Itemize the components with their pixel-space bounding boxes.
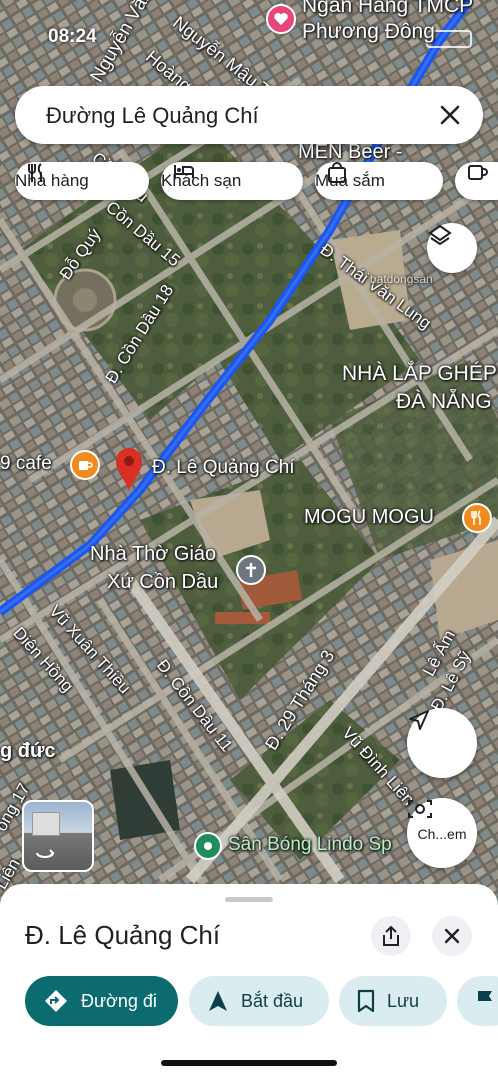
park-pin-icon[interactable] — [194, 832, 222, 860]
map-label-church-1: Nhà Thờ Giáo — [90, 543, 217, 565]
watermark: batdongsan — [370, 272, 433, 286]
map-label-da-nang: ĐÀ NẴNG — [396, 390, 492, 413]
camera-label: Ch...em — [417, 826, 467, 842]
search-bar[interactable]: Đường Lê Quảng Chí — [15, 86, 483, 144]
share-icon — [383, 925, 399, 946]
start-button[interactable]: Bắt đầu — [189, 976, 329, 1026]
home-indicator — [161, 1060, 337, 1066]
label-button[interactable] — [457, 976, 498, 1026]
chip-restaurants[interactable]: Nhà hàng — [15, 162, 149, 200]
chip-hotels[interactable]: Khách sạn — [161, 162, 303, 200]
save-label: Lưu — [387, 990, 420, 1011]
camera-button[interactable]: Ch...em — [407, 798, 477, 868]
close-icon[interactable] — [437, 102, 463, 128]
chip-shopping[interactable]: Mua sắm — [315, 162, 443, 200]
directions-button[interactable]: Đường đi — [25, 976, 178, 1026]
search-query[interactable]: Đường Lê Quảng Chí — [46, 103, 259, 129]
save-button[interactable]: Lưu — [339, 976, 447, 1026]
bookmark-icon — [357, 989, 375, 1013]
street-view-thumbnail[interactable] — [22, 800, 94, 872]
map-label-bank: Ngân Hàng TMCP — [302, 0, 474, 17]
sheet-drag-handle[interactable] — [225, 897, 273, 902]
status-time: 08:24 — [48, 26, 97, 47]
camera-icon — [408, 800, 432, 818]
layers-button[interactable] — [427, 223, 477, 273]
directions-label: Đường đi — [81, 990, 157, 1011]
my-location-button[interactable] — [407, 708, 477, 778]
coffee-icon — [468, 165, 488, 180]
map-label-cafe: 9 cafe — [0, 453, 52, 474]
map-label-san-bong: Sân Bóng Lindo Sp — [228, 834, 392, 855]
restaurant-pin-icon[interactable] — [462, 503, 492, 533]
flag-icon — [478, 991, 492, 1011]
place-sheet[interactable]: Đ. Lê Quảng Chí Đường đi Bắt đầu Lưu — [0, 884, 498, 1080]
layers-icon — [428, 224, 452, 246]
map-label-men-beer: MEN Beer - — [298, 141, 403, 163]
map-label-nha-lap-ghep: NHÀ LẮP GHÉP — [342, 362, 497, 385]
chip-more[interactable] — [455, 162, 498, 200]
shopping-bag-icon — [328, 162, 346, 183]
church-pin-icon[interactable] — [236, 555, 266, 585]
street-view-icon — [36, 849, 55, 858]
map-label-church-2: Xứ Cồn Dầu — [107, 571, 219, 593]
navigation-icon — [209, 991, 227, 1011]
close-icon — [444, 928, 460, 944]
map-label-pin: Đ. Lê Quảng Chí — [152, 457, 295, 478]
close-sheet-button[interactable] — [432, 916, 472, 956]
bed-icon — [174, 165, 194, 178]
share-button[interactable] — [371, 916, 411, 956]
map-label-bank-2: Phương Đông — [302, 20, 435, 43]
navigation-arrow-icon — [409, 710, 429, 730]
map-label-dung-duc: g đức — [0, 740, 56, 762]
bank-pin-icon[interactable] — [266, 4, 296, 34]
fork-knife-icon — [28, 163, 42, 182]
cafe-pin-icon[interactable] — [70, 450, 100, 480]
directions-icon — [45, 990, 67, 1012]
place-title: Đ. Lê Quảng Chí — [25, 920, 221, 950]
start-label: Bắt đầu — [241, 990, 304, 1011]
map-label-mogu: MOGU MOGU — [304, 506, 434, 528]
location-pin-icon[interactable] — [114, 446, 144, 492]
chip-label: Mua sắm — [315, 171, 385, 190]
category-chips: Nhà hàng Khách sạn Mua sắm — [15, 162, 498, 202]
